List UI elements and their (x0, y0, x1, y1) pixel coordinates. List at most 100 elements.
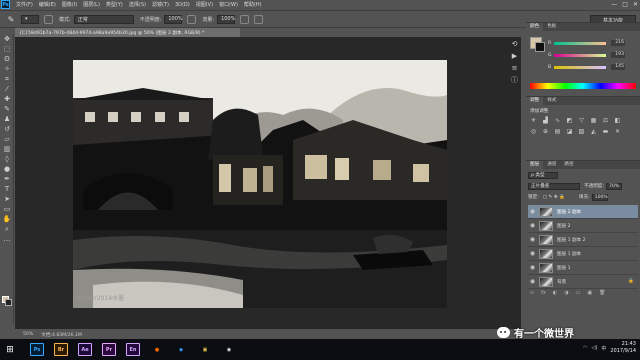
menu-view[interactable]: 视图(V) (196, 1, 213, 8)
tab-styles[interactable]: 样式 (543, 97, 560, 105)
menu-type[interactable]: 类型(Y) (106, 1, 123, 8)
layer-row[interactable]: ◉ 图层 1 副本 (528, 247, 638, 261)
taskbar-app-media-icon[interactable]: ◉ (222, 343, 236, 356)
layer-row[interactable]: ◉ 图层 1 (528, 261, 638, 275)
mode-select[interactable]: 正常 (73, 14, 134, 24)
menu-help[interactable]: 帮助(H) (244, 1, 262, 8)
zoom-level[interactable]: 50% (23, 332, 33, 337)
minimize-button[interactable]: — (611, 1, 617, 8)
opacity-input[interactable]: 100% (164, 14, 183, 24)
exposure-icon[interactable]: ◩ (566, 117, 573, 124)
threshold-icon[interactable]: ◭ (590, 128, 597, 135)
properties-panel-icon[interactable]: ≡ (510, 63, 520, 73)
eye-icon[interactable]: ◉ (528, 222, 537, 229)
color-panel-background-swatch[interactable] (535, 42, 545, 52)
zoom-tool-icon[interactable]: ⌕ (2, 225, 13, 234)
eye-icon[interactable]: ◉ (528, 236, 537, 243)
pressure-opacity-icon[interactable] (187, 14, 197, 24)
document-info[interactable]: 文档:4.83M/26.1M (41, 332, 82, 338)
maximize-button[interactable]: □ (622, 1, 628, 8)
bw-icon[interactable]: ◧ (614, 117, 621, 124)
eraser-tool-icon[interactable]: ▱ (2, 135, 13, 144)
tab-color[interactable]: 颜色 (526, 23, 544, 31)
layer-row[interactable]: ◉ 图层 1 副本 2 (528, 233, 638, 247)
document-tab[interactable]: {C}58d91b7a-797b-484d-9974-a98a9a954b30.… (15, 28, 240, 37)
link-layers-icon[interactable]: ∞ (530, 290, 534, 296)
brush-panel-toggle-icon[interactable] (44, 14, 53, 24)
red-value[interactable]: 216 (611, 40, 625, 46)
eye-icon[interactable]: ◉ (528, 278, 537, 285)
trash-icon[interactable]: 🗑 (599, 290, 605, 296)
flow-input[interactable]: 100% (217, 14, 235, 24)
layer-row[interactable]: ◉ 图层 2 (528, 219, 638, 233)
tab-layers[interactable]: 图层 (526, 161, 544, 169)
layer-filter-select[interactable]: ρ 类型 (528, 171, 558, 179)
tab-channels[interactable]: 通道 (543, 161, 560, 169)
history-panel-icon[interactable]: ⟲ (510, 39, 520, 49)
menu-layer[interactable]: 图层(L) (83, 1, 100, 8)
taskbar-app-bridge[interactable]: Br (54, 343, 68, 356)
pen-tool-icon[interactable]: ✒ (2, 175, 13, 184)
menu-3d[interactable]: 3D(D) (175, 2, 190, 8)
fill-input[interactable]: 100% (591, 193, 608, 201)
red-slider[interactable]: R 216 (548, 39, 636, 47)
network-icon[interactable]: ◠ (583, 345, 587, 351)
taskbar-app-firefox-icon[interactable]: ● (150, 343, 164, 356)
taskbar-app-encore[interactable]: En (126, 343, 140, 356)
menu-edit[interactable]: 编辑(E) (39, 1, 56, 8)
info-panel-icon[interactable]: ⓘ (510, 75, 520, 85)
menu-select[interactable]: 选择(S) (129, 1, 146, 8)
vibrance-icon[interactable]: ▽ (578, 117, 585, 124)
document-photo[interactable]: ©river2014水墨 (73, 60, 447, 308)
crop-tool-icon[interactable]: ⌗ (2, 75, 13, 84)
selective-color-icon[interactable]: ✕ (614, 128, 621, 135)
taskbar-app-blue-icon[interactable]: ◆ (174, 343, 188, 356)
eye-icon[interactable]: ◉ (528, 208, 537, 215)
green-value[interactable]: 193 (611, 52, 625, 58)
path-select-tool-icon[interactable]: ➤ (2, 195, 13, 204)
blend-mode-select[interactable]: 正片叠底 (528, 182, 580, 190)
lasso-tool-icon[interactable]: ʘ (2, 55, 13, 64)
brush-tool-icon[interactable]: ✎ (2, 105, 13, 114)
stamp-tool-icon[interactable]: ♟ (2, 115, 13, 124)
green-slider[interactable]: G 193 (548, 51, 636, 59)
invert-icon[interactable]: ◪ (566, 128, 573, 135)
blue-slider[interactable]: B 145 (548, 63, 636, 71)
windows-start-icon[interactable]: ⊞ (0, 339, 20, 360)
menu-window[interactable]: 窗口(W) (219, 1, 238, 8)
layer-row[interactable]: ◉ 图层 2 副本 (528, 205, 638, 219)
adjustment-layer-icon[interactable]: ◑ (564, 290, 568, 296)
lock-icons[interactable]: ▢ ✎ ✥ 🔒 (543, 195, 565, 200)
brush-preset-picker[interactable]: ▾ (21, 14, 39, 24)
move-tool-icon[interactable]: ✥ (2, 35, 13, 44)
airbrush-icon[interactable] (240, 14, 250, 24)
levels-icon[interactable]: ▟ (542, 117, 549, 124)
background-color-swatch[interactable] (5, 299, 12, 306)
group-icon[interactable]: ▭ (576, 290, 581, 296)
photoshop-logo-icon[interactable]: Ps (1, 0, 10, 9)
layer-row[interactable]: ◉ 背景 🔒 (528, 275, 638, 289)
history-brush-tool-icon[interactable]: ↺ (2, 125, 13, 134)
blur-tool-icon[interactable]: ◊ (2, 155, 13, 164)
color-balance-icon[interactable]: ⚖ (602, 117, 609, 124)
color-lookup-icon[interactable]: ▤ (554, 128, 561, 135)
new-layer-icon[interactable]: ▣ (587, 290, 592, 296)
layer-opacity-input[interactable]: 70% (605, 182, 622, 190)
gradient-tool-icon[interactable]: ▥ (2, 145, 13, 154)
type-tool-icon[interactable]: T (2, 185, 13, 194)
eye-icon[interactable]: ◉ (528, 264, 537, 271)
layer-style-icon[interactable]: fx (541, 290, 546, 296)
tab-paths[interactable]: 路径 (560, 161, 577, 169)
layer-mask-icon[interactable]: ◐ (553, 290, 557, 296)
marquee-tool-icon[interactable]: ⬚ (2, 45, 13, 54)
color-spectrum[interactable] (530, 83, 636, 89)
dodge-tool-icon[interactable]: ● (2, 165, 13, 174)
blue-value[interactable]: 145 (611, 64, 625, 70)
actions-panel-icon[interactable]: ▶ (510, 51, 520, 61)
eyedropper-tool-icon[interactable]: ⁄ (2, 85, 13, 94)
quick-select-tool-icon[interactable]: ✧ (2, 65, 13, 74)
close-button[interactable]: ✕ (633, 1, 638, 8)
brightness-icon[interactable]: ☀ (530, 117, 537, 124)
hue-sat-icon[interactable]: ▦ (590, 117, 597, 124)
menu-image[interactable]: 图像(I) (62, 1, 77, 8)
